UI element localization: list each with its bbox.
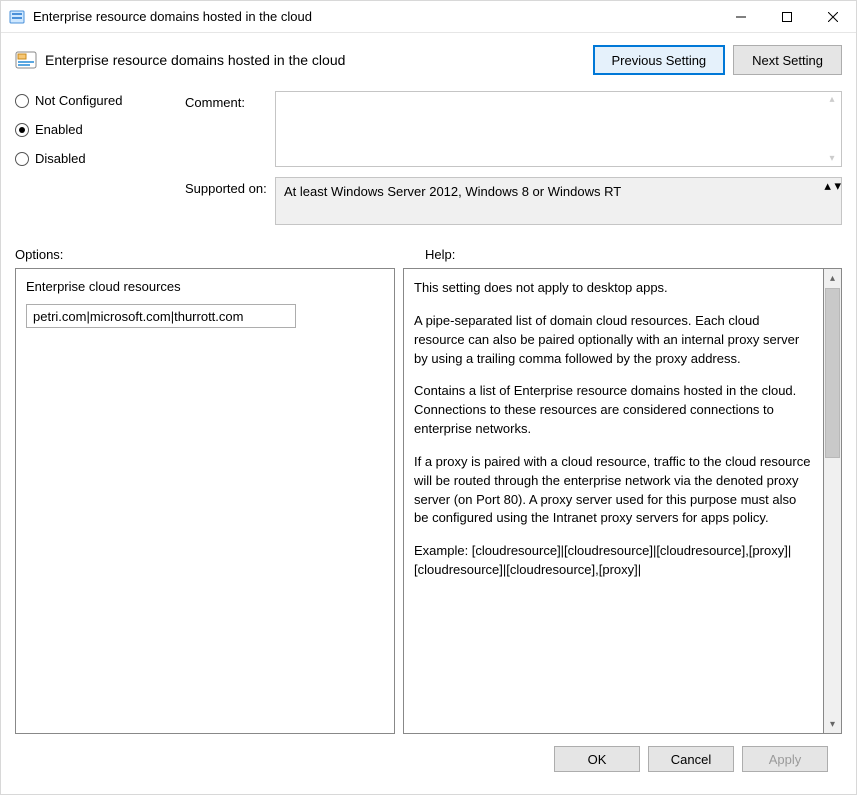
close-button[interactable] — [810, 1, 856, 33]
chevron-up-icon: ▴ — [824, 178, 831, 193]
state-radiogroup: Not Configured Enabled Disabled — [15, 91, 185, 225]
options-field-label: Enterprise cloud resources — [26, 279, 384, 294]
radio-not-configured[interactable]: Not Configured — [15, 93, 185, 108]
help-scrollbar[interactable]: ▴ ▾ — [824, 268, 842, 734]
radio-disabled[interactable]: Disabled — [15, 151, 185, 166]
page-header: Enterprise resource domains hosted in th… — [15, 45, 842, 75]
help-label: Help: — [425, 247, 455, 262]
window-controls — [718, 1, 856, 32]
minimize-button[interactable] — [718, 1, 764, 33]
help-panel: This setting does not apply to desktop a… — [403, 268, 824, 734]
options-panel: Enterprise cloud resources — [15, 268, 395, 734]
radio-label: Not Configured — [35, 93, 122, 108]
help-paragraph: This setting does not apply to desktop a… — [414, 279, 813, 298]
help-paragraph: If a proxy is paired with a cloud resour… — [414, 453, 813, 528]
supported-on-value: At least Windows Server 2012, Windows 8 … — [276, 178, 824, 224]
radio-icon — [15, 94, 29, 108]
policy-icon — [15, 49, 37, 71]
chevron-down-icon: ▾ — [824, 715, 841, 733]
window-title: Enterprise resource domains hosted in th… — [33, 9, 718, 24]
enterprise-cloud-resources-input[interactable] — [26, 304, 296, 328]
help-paragraph: Contains a list of Enterprise resource d… — [414, 382, 813, 439]
supported-on-label: Supported on: — [185, 177, 275, 225]
scrollbar-thumb[interactable] — [825, 288, 840, 458]
chevron-up-icon: ▴ — [824, 269, 841, 287]
apply-button[interactable]: Apply — [742, 746, 828, 772]
comment-textarea[interactable]: ▴ ▾ — [275, 91, 842, 167]
chevron-up-icon: ▴ — [829, 94, 834, 105]
help-paragraph: A pipe-separated list of domain cloud re… — [414, 312, 813, 369]
radio-icon — [15, 123, 29, 137]
title-bar: Enterprise resource domains hosted in th… — [1, 1, 856, 33]
ok-button[interactable]: OK — [554, 746, 640, 772]
maximize-button[interactable] — [764, 1, 810, 33]
previous-setting-button[interactable]: Previous Setting — [593, 45, 726, 75]
chevron-down-icon: ▾ — [834, 178, 841, 193]
chevron-down-icon: ▾ — [829, 153, 834, 164]
supported-on-box: At least Windows Server 2012, Windows 8 … — [275, 177, 842, 225]
next-setting-button[interactable]: Next Setting — [733, 45, 842, 75]
supported-scrollbar[interactable]: ▴ ▾ — [824, 178, 841, 224]
scrollbar-track[interactable] — [824, 459, 841, 715]
radio-enabled[interactable]: Enabled — [15, 122, 185, 137]
cancel-button[interactable]: Cancel — [648, 746, 734, 772]
comment-label: Comment: — [185, 91, 275, 167]
options-label: Options: — [15, 247, 425, 262]
comment-value — [276, 92, 823, 166]
window-app-icon — [9, 9, 25, 25]
radio-label: Enabled — [35, 122, 83, 137]
dialog-footer: OK Cancel Apply — [15, 734, 842, 784]
page-title: Enterprise resource domains hosted in th… — [45, 52, 585, 68]
radio-label: Disabled — [35, 151, 86, 166]
comment-scrollbar[interactable]: ▴ ▾ — [823, 92, 841, 166]
help-paragraph: Example: [cloudresource]|[cloudresource]… — [414, 542, 813, 580]
radio-icon — [15, 152, 29, 166]
